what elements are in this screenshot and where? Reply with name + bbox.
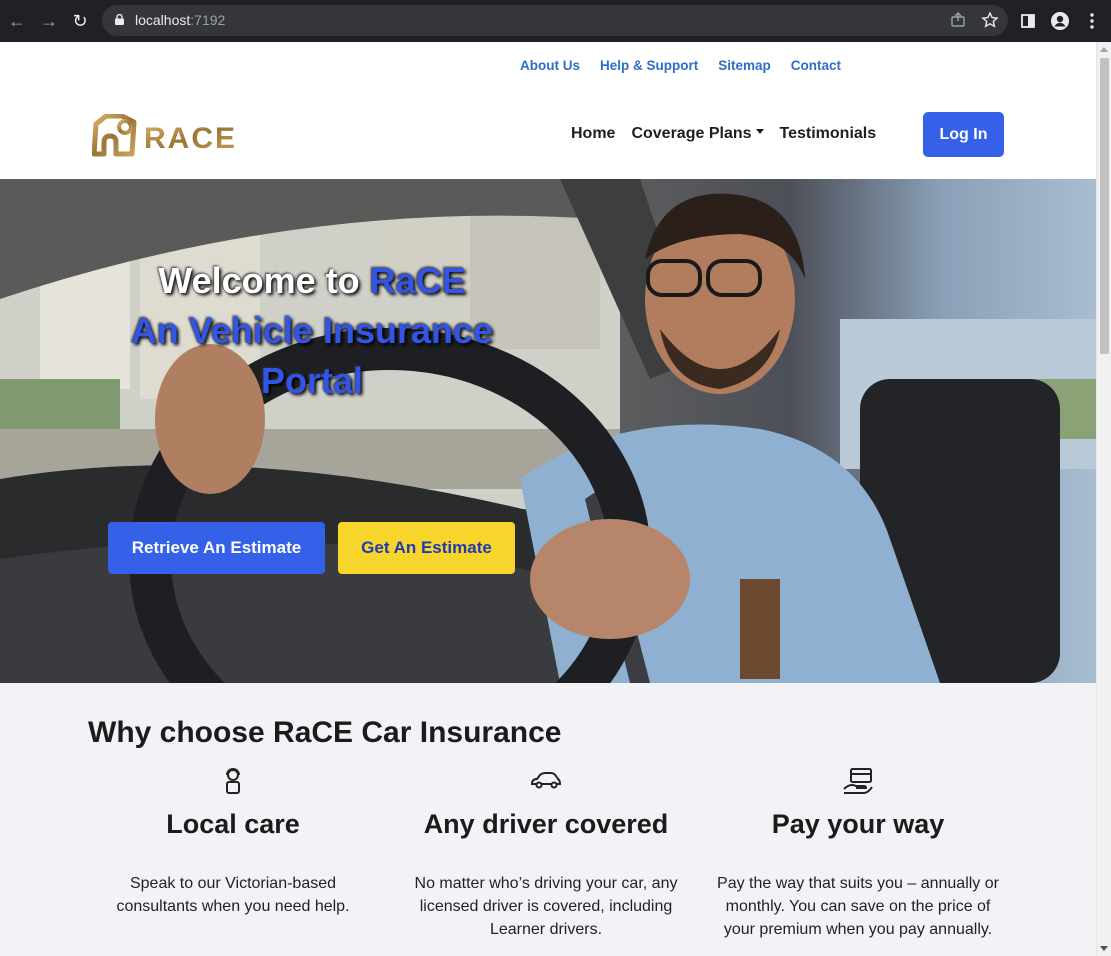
page-scrollbar[interactable] bbox=[1096, 42, 1111, 956]
feature-local-care: Local care Speak to our Victorian-based … bbox=[88, 767, 378, 918]
share-icon[interactable] bbox=[949, 11, 967, 29]
logo-text: RACE bbox=[144, 122, 234, 155]
page-content: About Us Help & Support Sitemap Contact … bbox=[0, 42, 1096, 956]
browser-toolbar: ← → ↻ localhost:7192 bbox=[0, 0, 1111, 42]
nav-home[interactable]: Home bbox=[571, 125, 615, 143]
hero-title: Welcome to RaCE An Vehicle Insurance Por… bbox=[90, 256, 534, 406]
contact-link[interactable]: Contact bbox=[791, 58, 841, 73]
feature-text: Speak to our Victorian-based consultants… bbox=[116, 875, 350, 915]
nav-coverage-label: Coverage Plans bbox=[631, 125, 752, 142]
star-icon[interactable] bbox=[981, 11, 999, 29]
nav-testimonials[interactable]: Testimonials bbox=[780, 125, 877, 143]
race-logo[interactable]: RACE bbox=[92, 114, 234, 158]
sitemap-link[interactable]: Sitemap bbox=[718, 58, 771, 73]
hero-line2: An Vehicle Insurance bbox=[130, 310, 494, 351]
chevron-down-icon bbox=[755, 129, 764, 135]
main-nav: Home Coverage Plans Testimonials bbox=[571, 125, 876, 143]
lock-icon bbox=[115, 14, 124, 25]
menu-dots-icon[interactable] bbox=[1082, 11, 1102, 31]
retrieve-estimate-button[interactable]: Retrieve An Estimate bbox=[108, 522, 325, 574]
feature-pay-your-way: Pay your way Pay the way that suits you … bbox=[713, 767, 1003, 941]
feature-title: Local care bbox=[166, 809, 300, 839]
url-host: localhost bbox=[135, 12, 191, 28]
feature-text: Pay the way that suits you – annually or… bbox=[717, 875, 999, 938]
back-icon[interactable]: ← bbox=[6, 10, 28, 32]
url-text: localhost:7192 bbox=[135, 12, 225, 28]
hero-line3: Portal bbox=[260, 360, 364, 401]
feature-text: No matter who’s driving your car, any li… bbox=[414, 875, 678, 938]
get-estimate-button[interactable]: Get An Estimate bbox=[338, 522, 515, 574]
reload-icon[interactable]: ↻ bbox=[69, 10, 91, 32]
person-headset-icon bbox=[226, 768, 240, 794]
hero-brand: RaCE bbox=[369, 260, 466, 301]
about-us-link[interactable]: About Us bbox=[520, 58, 580, 73]
profile-icon[interactable] bbox=[1050, 11, 1070, 31]
scroll-down-icon[interactable] bbox=[1100, 946, 1108, 951]
feature-any-driver: Any driver covered No matter who’s drivi… bbox=[401, 767, 691, 941]
scroll-up-icon[interactable] bbox=[1100, 47, 1108, 52]
address-bar[interactable]: localhost:7192 bbox=[102, 5, 1008, 36]
hero-photo bbox=[0, 179, 1096, 683]
section-title: Why choose RaCE Car Insurance bbox=[88, 716, 562, 749]
feature-title: Pay your way bbox=[771, 809, 945, 839]
feature-title: Any driver covered bbox=[423, 809, 669, 839]
hand-card-icon bbox=[843, 768, 873, 794]
help-support-link[interactable]: Help & Support bbox=[600, 58, 698, 73]
nav-coverage-plans[interactable]: Coverage Plans bbox=[631, 125, 764, 143]
forward-icon[interactable]: → bbox=[38, 10, 60, 32]
scrollbar-thumb[interactable] bbox=[1100, 58, 1109, 354]
hero-welcome: Welcome to bbox=[158, 260, 360, 301]
side-panel-icon[interactable] bbox=[1018, 11, 1038, 31]
hero-banner: Welcome to RaCE An Vehicle Insurance Por… bbox=[0, 179, 1096, 683]
url-port: :7192 bbox=[190, 12, 226, 28]
login-button[interactable]: Log In bbox=[923, 112, 1004, 157]
car-icon bbox=[530, 772, 562, 789]
why-choose-section: Why choose RaCE Car Insurance Local care… bbox=[0, 683, 1096, 956]
utility-links: About Us Help & Support Sitemap Contact bbox=[520, 58, 841, 73]
